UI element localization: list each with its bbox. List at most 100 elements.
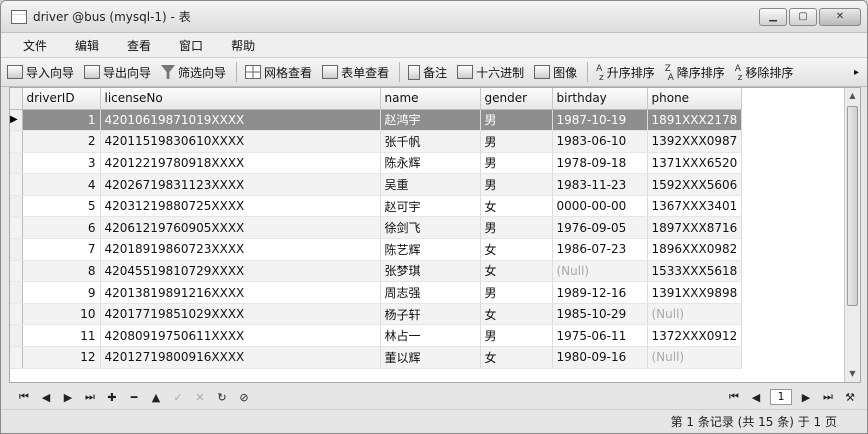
cell-gender[interactable]: 女 [480,346,553,369]
cell-birthday[interactable]: 1976-09-05 [552,216,648,240]
cell-licenseno[interactable]: 42017719851029XXXX [100,303,381,326]
add-record-icon[interactable]: ✚ [101,391,123,404]
row-marker[interactable] [10,195,23,218]
cell-name[interactable]: 董以辉 [380,346,481,369]
cell-licenseno[interactable]: 42010619871019XXXX [100,109,381,132]
column-header-driverid[interactable]: driverID [22,88,101,110]
cell-name[interactable]: 吴重 [380,173,481,196]
row-marker[interactable] [10,216,23,240]
cell-licenseno[interactable]: 42045519810729XXXX [100,260,381,283]
row-marker[interactable] [10,260,23,283]
toolbar-overflow-icon[interactable]: ▸ [854,67,859,78]
cell-licenseno[interactable]: 42026719831123XXXX [100,173,381,196]
cell-phone[interactable]: (Null) [647,346,743,369]
minimize-button[interactable]: ▁ [759,7,787,26]
first-page-icon[interactable]: ⏮ [723,390,745,404]
first-record-icon[interactable]: ⏮ [13,390,35,404]
table-row[interactable]: ▶ 1 42010619871019XXXX 赵鸿宇男 1987-10-19 1891XX… [10,109,743,132]
row-marker[interactable] [10,281,23,304]
cell-licenseno[interactable]: 42011519830610XXXX [100,130,381,153]
cell-driverid[interactable]: 2 [22,130,101,153]
cell-licenseno[interactable]: 42018919860723XXXX [100,238,381,261]
sort-asc-button[interactable]: A z 升序排序 [596,64,655,83]
cell-birthday[interactable]: 1983-11-23 [552,173,648,196]
table-row[interactable]: 9 42013819891216XXXX 周志强男 1989-12-16 1391XXX… [10,281,743,304]
sort-desc-button[interactable]: Z A 降序排序 [665,64,725,83]
menu-help[interactable]: 帮助 [221,37,265,54]
cell-driverid[interactable]: 10 [22,303,101,326]
cell-licenseno[interactable]: 42061219760905XXXX [100,216,381,240]
vertical-scrollbar[interactable]: ▲ ▼ [844,88,860,382]
last-page-icon[interactable]: ⏭ [817,390,839,404]
scroll-up-icon[interactable]: ▲ [845,88,860,104]
memo-button[interactable]: 备注 [408,64,447,81]
scroll-up-record-icon[interactable]: ▲ [145,391,167,404]
cell-birthday[interactable]: 1978-09-18 [552,152,648,175]
cell-gender[interactable]: 女 [480,260,553,283]
cell-phone[interactable]: 1367XXX3401 [647,195,743,218]
hex-button[interactable]: 十六进制 [457,64,524,81]
page-number-input[interactable]: 1 [770,389,792,405]
column-header-gender[interactable]: gender [480,88,553,110]
cell-phone[interactable]: 1891XXX2178 [647,109,743,132]
cell-driverid[interactable]: 5 [22,195,101,218]
import-wizard-button[interactable]: 导入向导 [7,64,74,81]
column-header-name[interactable]: name [380,88,481,110]
cell-name[interactable]: 赵鸿宇 [380,109,481,132]
cell-gender[interactable]: 女 [480,195,553,218]
column-header-phone[interactable]: phone [647,88,743,110]
next-page-icon[interactable]: ▶ [795,391,817,404]
cell-driverid[interactable]: 3 [22,152,101,175]
row-marker[interactable] [10,346,23,369]
cell-phone[interactable]: (Null) [647,303,743,326]
cell-birthday[interactable]: 1987-10-19 [552,109,648,132]
cell-name[interactable]: 张梦琪 [380,260,481,283]
row-marker[interactable] [10,238,23,261]
cell-licenseno[interactable]: 42012219780918XXXX [100,152,381,175]
cell-phone[interactable]: 1592XXX5606 [647,173,743,196]
cell-birthday[interactable]: 1980-09-16 [552,346,648,369]
row-marker[interactable]: ▶ [10,109,23,132]
filter-wizard-button[interactable]: 筛选向导 [161,64,226,81]
cell-gender[interactable]: 女 [480,238,553,261]
row-marker[interactable] [10,324,23,348]
prev-record-icon[interactable]: ◀ [35,391,57,404]
table-row[interactable]: 10 42017719851029XXXX 杨子轩女 1985-10-29 (Null) [10,303,743,326]
cell-phone[interactable]: 1372XXX0912 [647,324,743,348]
export-wizard-button[interactable]: 导出向导 [84,64,151,81]
table-row[interactable]: 7 42018919860723XXXX 陈艺辉女 1986-07-23 1896XXX… [10,238,743,261]
last-record-icon[interactable]: ⏭ [79,390,101,404]
cell-name[interactable]: 林占一 [380,324,481,348]
row-marker[interactable] [10,303,23,326]
cell-licenseno[interactable]: 42031219880725XXXX [100,195,381,218]
cell-gender[interactable]: 男 [480,324,553,348]
cell-phone[interactable]: 1371XXX6520 [647,152,743,175]
apply-changes-icon[interactable]: ✓ [167,391,189,404]
delete-record-icon[interactable]: ━ [123,391,145,404]
table-row[interactable]: 4 42026719831123XXXX 吴重男 1983-11-23 1592XXX5… [10,173,743,196]
menu-window[interactable]: 窗口 [169,37,213,54]
cell-gender[interactable]: 男 [480,216,553,240]
cell-gender[interactable]: 男 [480,152,553,175]
cell-driverid[interactable]: 7 [22,238,101,261]
scroll-thumb[interactable] [847,106,858,306]
cell-licenseno[interactable]: 42012719800916XXXX [100,346,381,369]
refresh-icon[interactable]: ↻ [211,391,233,404]
cell-name[interactable]: 赵可宇 [380,195,481,218]
cell-driverid[interactable]: 4 [22,173,101,196]
table-row[interactable]: 3 42012219780918XXXX 陈永辉男 1978-09-18 1371XXX… [10,152,743,175]
cell-birthday[interactable]: (Null) [552,260,648,283]
cell-birthday[interactable]: 1985-10-29 [552,303,648,326]
table-row[interactable]: 6 42061219760905XXXX 徐剑飞男 1976-09-05 1897XXX… [10,216,743,240]
menu-edit[interactable]: 编辑 [65,37,109,54]
cell-name[interactable]: 周志强 [380,281,481,304]
remove-sort-button[interactable]: A z 移除排序 [735,64,794,83]
row-marker[interactable] [10,152,23,175]
cell-name[interactable]: 陈艺辉 [380,238,481,261]
cell-birthday[interactable]: 1975-06-11 [552,324,648,348]
cell-gender[interactable]: 女 [480,303,553,326]
cell-birthday[interactable]: 1986-07-23 [552,238,648,261]
cell-phone[interactable]: 1897XXX8716 [647,216,743,240]
grid-view-button[interactable]: 网格查看 [245,64,312,81]
cell-licenseno[interactable]: 42013819891216XXXX [100,281,381,304]
